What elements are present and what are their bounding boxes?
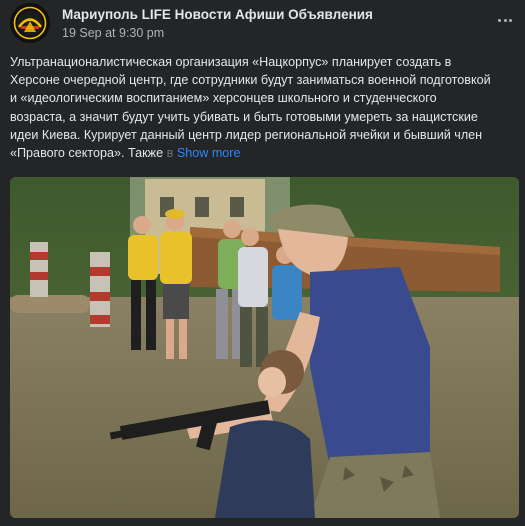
post-text-line: возраста, а значит будут учить убивать и…	[10, 109, 478, 124]
post-photo-image	[10, 177, 519, 518]
post-text-last-line: «Правого сектора». Также в Show more	[10, 144, 518, 162]
post-photo[interactable]	[10, 177, 519, 518]
show-more-link[interactable]: Show more	[177, 146, 241, 160]
page-avatar[interactable]	[10, 3, 50, 43]
post-timestamp[interactable]: 19 Sep at 9:30 pm	[62, 26, 164, 40]
more-horizontal-icon	[498, 18, 502, 22]
post-text-line: Ультранационалистическая организация «На…	[10, 55, 452, 69]
page-name-link[interactable]: Мариуполь LIFE Новости Афиши Объявления	[62, 7, 373, 22]
post-text-line: Херсоне очередной центр, где сотрудники …	[10, 73, 491, 88]
post-text-line: идеи Киева. Курирует данный центр лидер …	[10, 127, 483, 142]
post-body-text: Ультранационалистическая организация «На…	[10, 53, 518, 162]
post-text-line-end: «Правого сектора». Также	[10, 146, 167, 161]
post-text-line: и «идеологическим воспитанием» херсонцев…	[10, 91, 437, 106]
more-options-button[interactable]	[493, 8, 517, 32]
avatar-logo-image	[10, 3, 50, 43]
post-text-faded: в	[166, 146, 174, 161]
post-card: Мариуполь LIFE Новости Афиши Объявления …	[0, 0, 525, 526]
